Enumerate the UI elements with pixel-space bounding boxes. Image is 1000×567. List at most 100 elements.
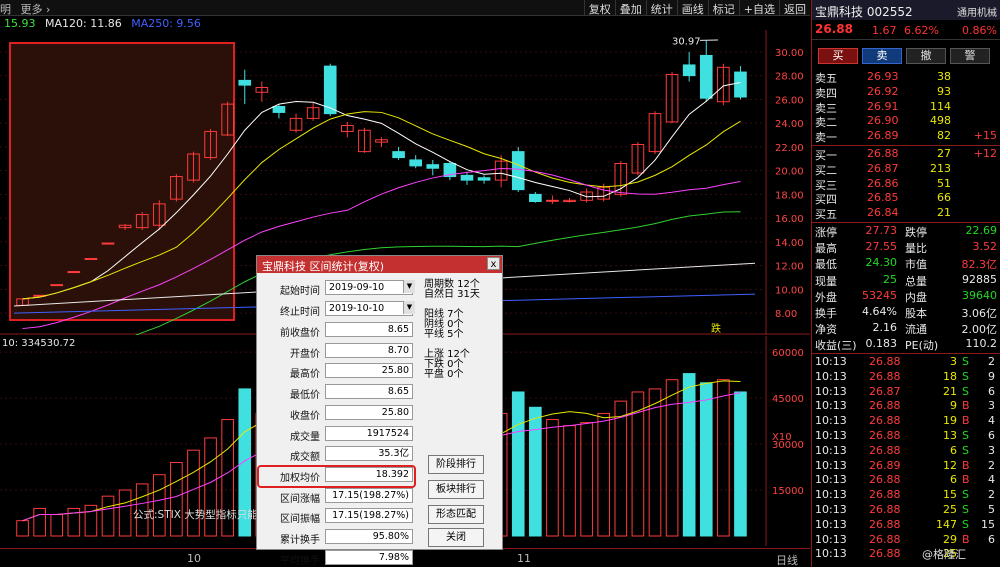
tick-row: 10:13 26.88 13 S 6 — [812, 429, 1000, 444]
price-tick-label: 12.00 — [775, 262, 804, 273]
chevron-down-icon[interactable]: ▼ — [403, 301, 415, 314]
quote-value: 22.69 — [965, 224, 998, 237]
quote-label: 量比 — [905, 242, 927, 256]
end-time-select[interactable]: 2019-10-10 — [325, 301, 413, 316]
quote-value: 3.06亿 — [961, 307, 998, 320]
tick-side: B — [962, 532, 970, 546]
dialog-stat-label: 最低价 — [290, 390, 320, 402]
dialog-stat-row: 区间振幅 17.15(198.27%) — [265, 508, 415, 525]
quote-value: 53245 — [862, 288, 897, 302]
dialog-stat-row: 成交额 35.3亿 — [265, 446, 415, 463]
alert-button[interactable]: 警 — [950, 48, 990, 64]
tick-price: 26.88 — [869, 532, 901, 546]
volume-tick-label: X10 — [772, 432, 792, 443]
orderbook-level-label: 买二 — [815, 163, 837, 177]
quote-value: 25 — [883, 272, 897, 286]
tick-volume: 9 — [950, 399, 957, 413]
watermark: @格隆汇 — [922, 548, 966, 561]
tick-count: 15 — [981, 517, 995, 531]
stat-unchanged: 平盘 0个 — [424, 369, 464, 380]
bids-row: 买四 26.85 66 — [812, 191, 1000, 206]
volume-bar — [170, 461, 183, 537]
dialog-titlebar[interactable]: 宝鼎科技 区间统计(复权) x — [257, 256, 502, 273]
quote-row: 净资 2.16 流通 2.00亿 — [812, 321, 1000, 336]
candle-body — [511, 151, 525, 191]
stat-natural-days: 自然日 31天 — [424, 289, 480, 300]
tick-volume: 6 — [950, 473, 957, 487]
ma-legend-item: MA250: 9.56 — [131, 17, 201, 30]
end-time-row: 终止时间 2019-10-10 ▼ — [265, 301, 415, 318]
period-daily-label[interactable]: 日线 — [776, 552, 798, 567]
tick-row: 10:13 26.87 21 S 6 — [812, 385, 1000, 400]
asks-row: 卖四 26.92 93 — [812, 85, 1000, 100]
toolbar-back-button[interactable]: 返回 — [779, 0, 810, 16]
candle-body — [67, 271, 81, 274]
orderbook-volume: 213 — [930, 161, 951, 175]
sector-ranking-button[interactable]: 板块排行 — [428, 480, 484, 499]
tick-time: 10:13 — [815, 458, 847, 472]
quote-panel: 宝鼎科技 002552 通用机械 26.88 1.67 6.62% 0.86% … — [811, 0, 1000, 567]
dialog-close-icon[interactable]: x — [487, 257, 500, 270]
toolbar-fuquan-button[interactable]: 复权 — [583, 0, 615, 16]
tick-side: S — [962, 488, 969, 502]
dialog-stat-value: 17.15(198.27%) — [325, 508, 413, 524]
orderbook-volume: 114 — [930, 99, 951, 113]
dialog-stat-label: 累计换手 — [280, 535, 320, 546]
candle-body — [699, 54, 713, 99]
tick-count: 9 — [988, 369, 995, 383]
dialog-stat-row: 成交量 1917524 — [265, 425, 415, 443]
start-time-select[interactable]: 2019-09-10 — [325, 280, 413, 295]
bids-row: 买一 26.88 27 +12 — [812, 147, 1000, 162]
more-menu[interactable]: 更多 › — [21, 3, 51, 16]
tick-count: 3 — [988, 443, 995, 457]
candle-body — [460, 174, 474, 181]
price-tick-label: 28.00 — [775, 72, 804, 83]
dialog-stat-row: 收盘价 25.80 — [265, 404, 415, 422]
quote-label: 跌停 — [905, 226, 927, 239]
tick-price: 26.88 — [869, 488, 901, 502]
toolbar-mark-button[interactable]: 标记 — [707, 0, 739, 16]
toolbar-add-watchlist-button[interactable]: +自选 — [738, 0, 779, 16]
quote-value: 82.3亿 — [961, 258, 998, 272]
quote-value: 27.73 — [865, 224, 898, 237]
price-row: 26.88 1.67 6.62% 0.86% — [812, 20, 1000, 40]
price-tick-label: 16.00 — [775, 214, 804, 225]
volume-bar — [101, 495, 115, 537]
cancel-order-button[interactable]: 撤 — [906, 48, 946, 64]
dialog-stat-label: 成交量 — [290, 431, 320, 443]
buy-button[interactable]: 买 — [818, 48, 858, 64]
close-button[interactable]: 关闭 — [428, 528, 484, 547]
pattern-match-button[interactable]: 形态匹配 — [428, 505, 484, 524]
quote-value: 0.183 — [865, 337, 898, 351]
tick-row: 10:13 26.88 3 S 2 — [812, 355, 1000, 370]
toolbar-stats-button[interactable]: 统计 — [645, 0, 677, 16]
dialog-stat-value: 25.80 — [325, 363, 413, 379]
price-tick-label: 20.00 — [775, 167, 804, 178]
quote-label: 总量 — [905, 274, 927, 288]
toolbar-draw-button[interactable]: 画线 — [676, 0, 708, 16]
tick-time: 10:13 — [815, 355, 847, 368]
dialog-stat-label: 前收盘价 — [280, 328, 320, 339]
sector-name[interactable]: 通用机械 — [957, 4, 997, 19]
tick-price: 26.88 — [869, 399, 901, 413]
orderbook-volume: 498 — [930, 114, 951, 128]
dialog-stat-value: 25.80 — [325, 404, 413, 420]
sell-button[interactable]: 卖 — [862, 48, 902, 64]
price-tick-label: 10.00 — [775, 285, 804, 296]
toolbar-overlay-button[interactable]: 叠加 — [614, 0, 646, 16]
tick-price: 26.89 — [869, 458, 901, 472]
dialog-stat-row: 最高价 25.80 — [265, 363, 415, 380]
chevron-down-icon[interactable]: ▼ — [403, 280, 415, 293]
price-tick-label: 18.00 — [775, 190, 804, 201]
volume-tick-label: 45000 — [772, 394, 804, 405]
stage-ranking-button[interactable]: 阶段排行 — [428, 455, 484, 474]
volume-bar — [118, 489, 132, 537]
ma-legend: 15.93 MA120: 11.86 MA250: 9.56 — [4, 17, 207, 30]
quote-value: 110.2 — [965, 337, 998, 351]
quote-row: 换手 4.64% 股本 3.06亿 — [812, 305, 1000, 320]
quote-value: 24.30 — [865, 256, 898, 270]
toolbar-left-0[interactable]: 明 — [0, 3, 11, 16]
dialog-stat-row: 区间涨幅 17.15(198.27%) — [265, 487, 415, 505]
asks-row: 卖五 26.93 38 — [812, 70, 1000, 85]
tick-price: 26.88 — [869, 369, 901, 383]
